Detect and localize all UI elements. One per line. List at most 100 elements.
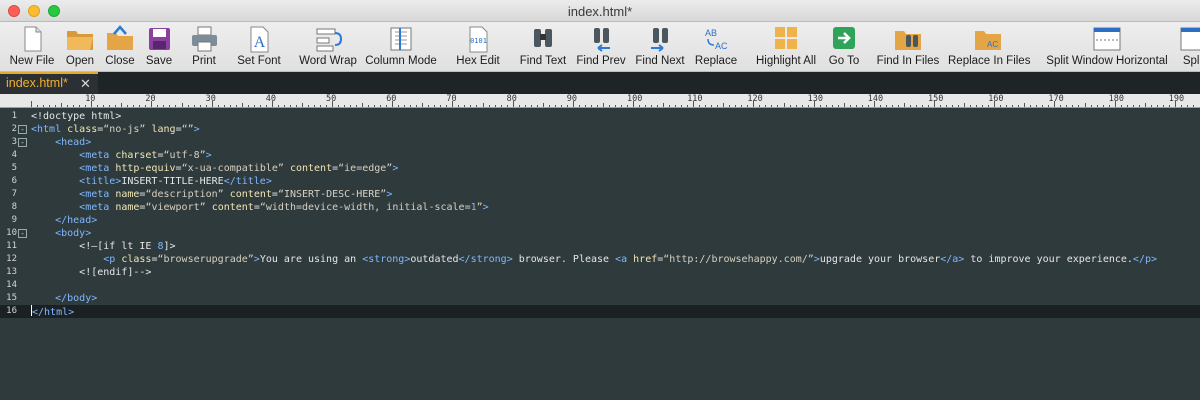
ruler-tick — [1180, 105, 1182, 107]
code-line[interactable]: 3- <head> — [0, 136, 1200, 149]
ruler-tick — [626, 105, 628, 107]
ruler-tick — [301, 103, 303, 107]
go-to-button[interactable]: Go To — [826, 25, 862, 71]
code-line[interactable]: 8 <meta name=“viewport” content=“width=d… — [0, 201, 1200, 214]
ruler-tick — [470, 105, 472, 107]
code-line[interactable]: 2- <html class=“no-js” lang=“”> — [0, 123, 1200, 136]
ruler-tick — [897, 105, 899, 107]
ruler-tick — [247, 105, 249, 107]
ruler-tick — [241, 103, 243, 107]
fold-toggle-icon[interactable]: - — [18, 138, 27, 147]
ruler-tick — [1066, 105, 1068, 107]
ruler-tick — [1156, 105, 1158, 107]
find-next-button[interactable]: Find Next — [634, 25, 686, 71]
replace-button[interactable]: AB AC Replace — [694, 25, 738, 71]
ruler-tick — [903, 103, 905, 107]
code-line[interactable]: 12 <p class=“browserupgrade”>You are usi… — [0, 253, 1200, 266]
ruler-tick — [85, 105, 87, 107]
line-number: 12 — [6, 254, 17, 264]
fold-toggle-icon[interactable]: - — [18, 125, 27, 134]
code-text: <meta http-equiv=“x-ua-compatible” conte… — [79, 163, 399, 174]
ruler-tick — [1144, 103, 1146, 107]
word-wrap-icon — [316, 28, 343, 52]
ruler-tick — [488, 105, 490, 107]
ruler-tick — [795, 105, 797, 107]
ruler-tick — [1018, 105, 1020, 107]
code-line[interactable]: 1 <!doctype html> — [0, 110, 1200, 123]
ruler-tick — [434, 105, 436, 107]
ruler-tick — [253, 105, 255, 107]
save-button[interactable]: Save — [142, 25, 176, 71]
ruler-tick — [657, 105, 659, 107]
printer-icon — [192, 26, 217, 52]
ruler-tick — [837, 105, 839, 107]
print-button[interactable]: Print — [186, 25, 222, 71]
code-line[interactable]: 13 <![endif]--> — [0, 266, 1200, 279]
ruler-label: 80 — [506, 94, 517, 104]
svg-text:AC: AC — [987, 40, 998, 49]
tab-close-icon[interactable]: ✕ — [80, 76, 91, 92]
code-text: </head> — [55, 215, 98, 226]
hex-edit-button[interactable]: 0101 Hex Edit — [454, 25, 502, 71]
code-line[interactable]: 14 — [0, 279, 1200, 292]
code-line[interactable]: 11 <!—[if lt IE 8]> — [0, 240, 1200, 253]
find-prev-label: Find Prev — [576, 55, 626, 67]
set-font-label: Set Font — [237, 55, 281, 67]
ruler-tick — [964, 103, 966, 107]
find-in-files-button[interactable]: Find In Files — [876, 25, 940, 71]
print-label: Print — [192, 55, 216, 67]
line-number: 1 — [11, 111, 17, 121]
highlight-all-button[interactable]: Highlight All — [754, 25, 818, 71]
set-font-button[interactable]: A Set Font — [234, 25, 284, 71]
ruler-tick — [608, 105, 610, 107]
ruler-tick — [970, 105, 972, 107]
ruler-tick — [1072, 105, 1074, 107]
code-line[interactable]: 9 </head> — [0, 214, 1200, 227]
line-number: 15 — [6, 293, 17, 303]
ruler-tick — [554, 105, 556, 107]
line-number: 14 — [6, 280, 17, 290]
word-wrap-button[interactable]: Word Wrap — [298, 25, 358, 71]
ruler-tick — [1186, 105, 1188, 107]
tab-index-html[interactable]: index.html* ✕ — [0, 72, 98, 94]
split-window-vertical-button[interactable]: Split — [1174, 25, 1200, 71]
ruler-label: 110 — [687, 94, 703, 104]
fold-toggle-icon[interactable]: - — [18, 229, 27, 238]
ruler-label: 70 — [446, 94, 457, 104]
ruler-tick — [482, 103, 484, 107]
ruler-tick — [819, 105, 821, 107]
column-mode-button[interactable]: Column Mode — [364, 25, 438, 71]
ruler-tick — [97, 105, 99, 107]
ruler-tick — [729, 105, 731, 107]
close-button[interactable]: Close — [102, 25, 138, 71]
ruler-tick — [127, 105, 129, 107]
code-editor[interactable]: 1 <!doctype html> 2- <html class=“no-js” la… — [0, 108, 1200, 400]
code-line[interactable]: 16 </html> — [0, 305, 1200, 318]
open-button[interactable]: Open — [62, 25, 98, 71]
ruler-tick — [946, 105, 948, 107]
replace-in-files-button[interactable]: AC Replace In Files — [948, 25, 1030, 71]
svg-text:AB: AB — [705, 28, 717, 38]
code-line[interactable]: 5 <meta http-equiv=“x-ua-compatible” con… — [0, 162, 1200, 175]
new-file-button[interactable]: New File — [6, 25, 58, 71]
column-ruler: 10 20 30 40 50 60 70 80 90 100 110 120 130 140 150 160 1… — [0, 94, 1200, 108]
code-line[interactable]: 7 <meta name=“description” content=“INSE… — [0, 188, 1200, 201]
find-text-button[interactable]: Find Text — [516, 25, 570, 71]
find-prev-button[interactable]: Find Prev — [576, 25, 626, 71]
line-number: 6 — [11, 176, 17, 186]
code-line[interactable]: 6 <title>INSERT-TITLE-HERE</title> — [0, 175, 1200, 188]
binoculars-icon — [534, 29, 552, 47]
ruler-tick — [350, 105, 352, 107]
ruler-tick — [747, 105, 749, 107]
code-line[interactable]: 4 <meta charset=“utf-8”> — [0, 149, 1200, 162]
ruler-tick — [404, 105, 406, 107]
code-text: <!doctype html> — [31, 111, 122, 122]
split-window-horizontal-button[interactable]: Split Window Horizontal — [1046, 25, 1168, 71]
open-label: Open — [65, 55, 95, 67]
ruler-tick — [711, 105, 713, 107]
code-line[interactable]: 10- <body> — [0, 227, 1200, 240]
ruler-tick — [952, 105, 954, 107]
ruler-tick — [199, 105, 201, 107]
code-line[interactable]: 15 </body> — [0, 292, 1200, 305]
ruler-tick — [157, 105, 159, 107]
